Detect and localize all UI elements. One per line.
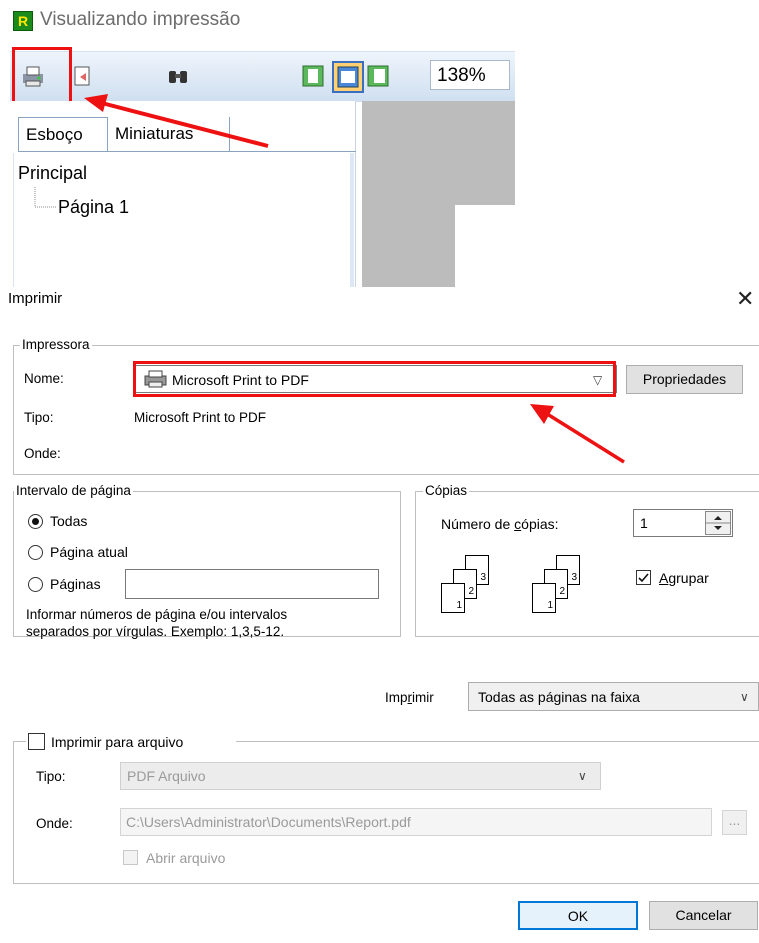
annotation-arrow — [530, 404, 625, 464]
export-icon — [74, 66, 90, 86]
open-file-checkbox[interactable] — [123, 850, 138, 865]
radio-pages-label: Páginas — [50, 576, 101, 592]
radio-current-page-label: Página atual — [50, 544, 128, 560]
page-range-hint-2: separados por vírgulas. Exemplo: 1,3,5-1… — [26, 624, 285, 639]
open-file-label: Abrir arquivo — [146, 850, 226, 866]
ok-button[interactable]: OK — [518, 901, 638, 930]
cancel-button[interactable]: Cancelar — [649, 901, 758, 930]
page-width-button[interactable] — [332, 61, 364, 93]
radio-pages[interactable] — [28, 577, 43, 592]
collate-checkbox[interactable] — [636, 570, 651, 585]
close-icon[interactable]: ✕ — [736, 286, 754, 312]
collate-illustration-left: 3 2 1 — [441, 555, 501, 640]
zoom-field[interactable]: 138% — [430, 60, 510, 90]
collate-illustration-right: 3 2 1 — [532, 555, 592, 640]
chevron-down-icon: ∨ — [740, 690, 749, 704]
print-to-file-checkbox[interactable] — [28, 733, 45, 750]
radio-all-pages-label: Todas — [50, 513, 88, 529]
print-button-highlight — [12, 47, 72, 105]
copies-spin-buttons[interactable] — [705, 511, 731, 535]
copies-group-label: Cópias — [423, 483, 470, 498]
print-range-label: Imprimir — [385, 690, 434, 705]
printer-select-highlight — [133, 361, 616, 397]
single-page-icon — [302, 65, 324, 87]
file-path-value: C:\Users\Administrator\Documents\Report.… — [126, 814, 411, 830]
whole-page-icon — [367, 65, 389, 87]
outline-page-item[interactable]: Página 1 — [58, 197, 129, 218]
chevron-down-icon: ∨ — [578, 769, 587, 783]
page-range-group-label: Intervalo de página — [14, 483, 133, 498]
properties-button[interactable]: Propriedades — [626, 365, 743, 394]
window-title: Visualizando impressão — [40, 9, 241, 30]
printer-type-label: Tipo: — [24, 410, 54, 425]
tree-connector — [34, 187, 56, 208]
dialog-title: Imprimir — [8, 290, 63, 307]
page-width-icon — [337, 66, 359, 88]
collate-label: Agrupar — [659, 570, 709, 586]
file-type-label: Tipo: — [36, 769, 66, 784]
print-range-value: Todas as páginas na faixa — [478, 689, 640, 705]
binoculars-icon — [169, 71, 187, 83]
find-button[interactable] — [165, 63, 191, 89]
print-to-file-label: Imprimir para arquivo — [51, 734, 184, 750]
printer-name-label: Nome: — [24, 371, 64, 386]
file-type-value: PDF Arquivo — [127, 768, 206, 784]
printer-where-label: Onde: — [24, 446, 61, 461]
radio-all-pages[interactable] — [28, 514, 43, 529]
copies-count-label: Número de cópias: — [441, 516, 559, 532]
checkmark-icon — [638, 573, 649, 583]
radio-current-page[interactable] — [28, 545, 43, 560]
printer-type-value: Microsoft Print to PDF — [134, 410, 267, 425]
whole-page-button[interactable] — [365, 63, 391, 89]
outline-root-item[interactable]: Principal — [18, 163, 87, 184]
pages-input[interactable] — [125, 569, 379, 599]
spin-arrows-icon — [706, 516, 730, 530]
annotation-arrow — [84, 94, 269, 148]
export-button[interactable] — [70, 63, 96, 89]
printer-group-label: Impressora — [20, 337, 92, 352]
preview-page — [455, 205, 515, 287]
copies-count-value: 1 — [640, 515, 648, 531]
browse-button[interactable]: ... — [722, 810, 747, 835]
page-range-hint-1: Informar números de página e/ou interval… — [26, 607, 288, 622]
file-where-label: Onde: — [36, 816, 73, 831]
single-page-button[interactable] — [300, 63, 326, 89]
app-logo-icon: R — [13, 11, 33, 31]
